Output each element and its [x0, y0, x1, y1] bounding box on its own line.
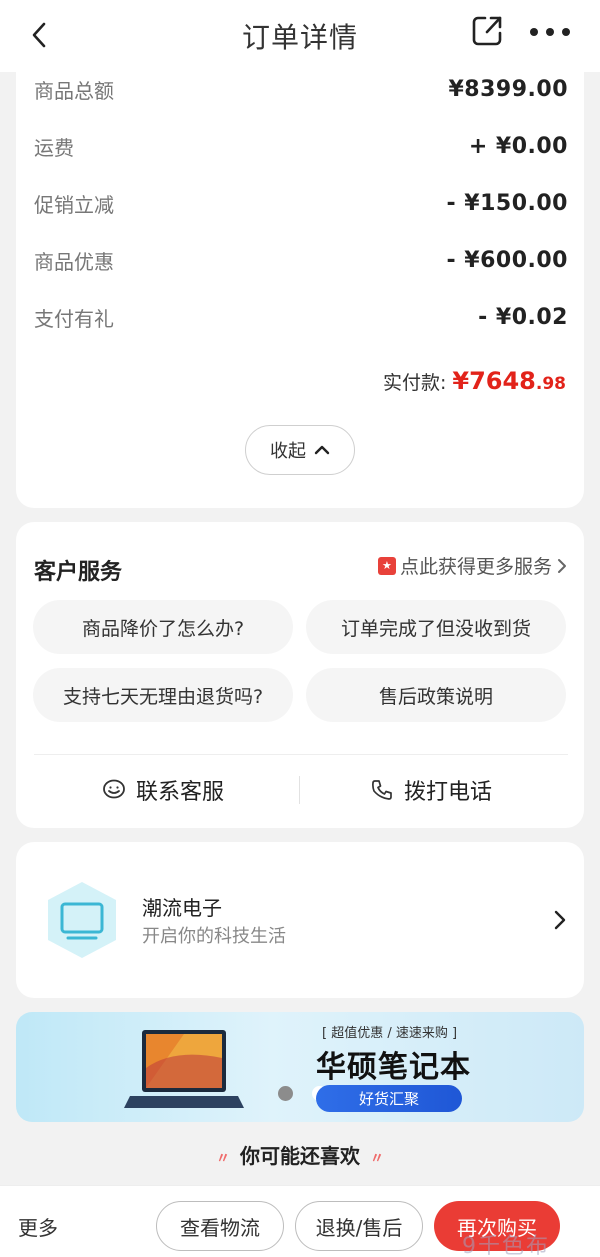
- watermark: 9千色布: [462, 1234, 550, 1257]
- price-row-label: 运费: [34, 135, 74, 160]
- page-title: 订单详情: [241, 21, 358, 54]
- more-options-icon[interactable]: [530, 28, 570, 38]
- price-row-label: 商品优惠: [34, 249, 114, 274]
- price-row: 支付有礼 - ¥0.02: [34, 299, 568, 335]
- faq-question-button[interactable]: 支持七天无理由退货吗?: [33, 668, 293, 722]
- banner-tag: [ 超值优惠 / 速速来购 ]: [322, 1026, 458, 1041]
- chevron-up-icon: [314, 445, 330, 455]
- price-row-value: - ¥600.00: [446, 247, 568, 273]
- decor-strokes-icon: 〃: [216, 1151, 230, 1167]
- carousel-dot[interactable]: [278, 1086, 293, 1101]
- chat-bubble-icon: [103, 779, 125, 799]
- price-row-value: ¥8399.00: [448, 76, 568, 102]
- shop-slogan: 开启你的科技生活: [142, 926, 286, 947]
- price-row-value: - ¥0.02: [478, 304, 568, 330]
- faq-question-button[interactable]: 订单完成了但没收到货: [306, 600, 566, 654]
- section-title: 客户服务: [34, 560, 123, 585]
- decor-strokes-icon: 〃: [370, 1151, 384, 1167]
- contact-service-label: 联系客服: [136, 780, 225, 805]
- recommend-heading: 〃你可能还喜欢〃: [0, 1140, 600, 1169]
- price-row: 商品优惠 - ¥600.00: [34, 242, 568, 278]
- shop-card[interactable]: 潮流电子 开启你的科技生活: [16, 842, 584, 998]
- banner-headline: 华硕笔记本: [316, 1050, 471, 1085]
- more-services-link[interactable]: ★ 点此获得更多服务: [377, 552, 568, 579]
- laptop-image: [124, 1030, 244, 1108]
- price-row-label: 促销立减: [34, 192, 114, 217]
- view-logistics-button[interactable]: 查看物流: [156, 1201, 284, 1251]
- price-row: 促销立减 - ¥150.00: [34, 185, 568, 221]
- shop-logo-icon: [48, 882, 116, 958]
- more-services-label: 点此获得更多服务: [399, 556, 552, 578]
- return-aftersale-button[interactable]: 退换/售后: [295, 1201, 423, 1251]
- contact-service-button[interactable]: 联系客服: [102, 772, 224, 808]
- phone-icon: [372, 780, 392, 800]
- paid-integer: ¥7648: [452, 367, 536, 395]
- price-row: 运费 + ¥0.00: [34, 128, 568, 164]
- call-phone-button[interactable]: 拨打电话: [370, 772, 492, 808]
- price-row-label: 商品总额: [34, 78, 114, 103]
- faq-question-button[interactable]: 商品降价了怎么办?: [33, 600, 293, 654]
- collapse-button[interactable]: 收起: [245, 425, 355, 475]
- price-row-label: 支付有礼: [34, 306, 114, 331]
- vertical-divider: [299, 776, 300, 804]
- price-detail-card: 商品总额 ¥8399.00 运费 + ¥0.00 促销立减 - ¥150.00 …: [16, 60, 584, 508]
- back-arrow-icon[interactable]: [26, 18, 56, 52]
- banner-button[interactable]: 好货汇聚: [316, 1085, 462, 1112]
- shop-name: 潮流电子: [142, 896, 222, 920]
- promo-banner[interactable]: [ 超值优惠 / 速速来购 ] 华硕笔记本 好货汇聚: [16, 1012, 584, 1122]
- collapse-label: 收起: [270, 441, 306, 462]
- paid-label: 实付款:: [382, 372, 447, 394]
- star-badge-icon: ★: [377, 556, 396, 575]
- call-phone-label: 拨打电话: [404, 780, 493, 805]
- share-icon[interactable]: [470, 14, 504, 48]
- price-row-value: + ¥0.00: [468, 133, 568, 159]
- price-row: 商品总额 ¥8399.00: [34, 71, 568, 107]
- customer-service-card: 客户服务 ★ 点此获得更多服务 商品降价了怎么办? 订单完成了但没收到货 支持七…: [16, 522, 584, 828]
- chevron-right-icon: [554, 910, 566, 930]
- recommend-title: 你可能还喜欢: [240, 1144, 360, 1168]
- paid-amount: 实付款: ¥7648 .98: [383, 367, 566, 395]
- faq-question-button[interactable]: 售后政策说明: [306, 668, 566, 722]
- price-row-value: - ¥150.00: [446, 190, 568, 216]
- chevron-right-icon: [558, 558, 566, 573]
- paid-decimal: .98: [535, 374, 566, 394]
- divider: [34, 754, 568, 755]
- more-button[interactable]: 更多: [18, 1212, 58, 1241]
